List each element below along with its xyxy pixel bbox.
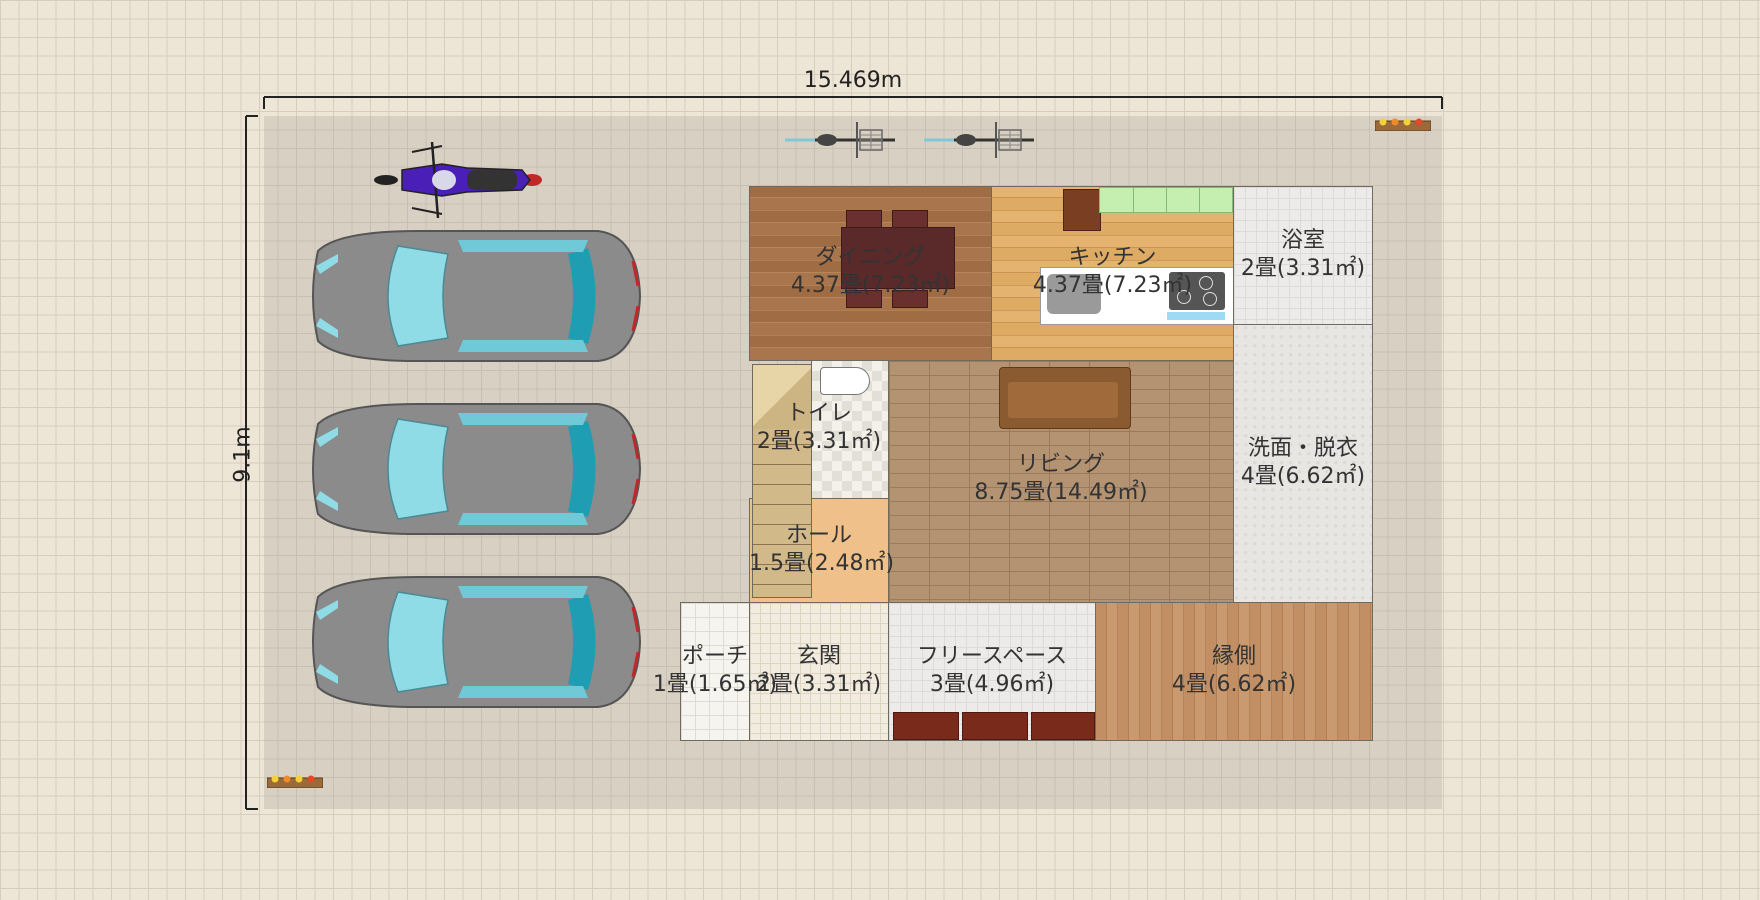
room-kitchen[interactable]: キッチン 4.37畳(7.23㎡) [991,186,1234,361]
room-bath[interactable]: 浴室 2畳(3.31㎡) [1233,186,1373,325]
room-name: ダイニング [815,245,926,270]
flower-planter-icon[interactable] [1375,117,1431,131]
width-dimension-line: 15.469m [263,68,1443,109]
room-area: 4畳(6.62㎡) [1171,672,1297,697]
kitchen-cabinets[interactable] [1099,187,1233,213]
toilet-icon[interactable] [820,367,870,395]
entrance-room-name: 玄関 [796,644,841,669]
room-area: 4.37畳(7.23㎡) [790,273,951,298]
storage-unit[interactable] [893,712,959,740]
room-freespace[interactable]: フリースペース 3畳(4.96㎡) [888,602,1096,741]
room-name: 浴室 [1280,228,1325,253]
car-icon[interactable] [298,399,643,539]
storage-unit[interactable] [962,712,1028,740]
width-dimension-label: 15.469m [803,68,903,93]
room-name: 洗面・脱衣 [1247,436,1358,461]
height-dimension-label: 9.1m [230,426,256,483]
room-area: 2畳(3.31㎡) [1240,256,1366,281]
room-name: 縁側 [1211,644,1256,669]
sofa-icon[interactable] [999,367,1131,429]
room-dining[interactable]: ダイニング 4.37畳(7.23㎡) [749,186,992,361]
room-engawa[interactable]: 縁側 4畳(6.62㎡) [1095,602,1373,741]
porch-room-name: ポーチ [681,644,748,669]
refrigerator-icon[interactable] [1063,189,1101,231]
room-area: 4畳(6.62㎡) [1240,464,1366,489]
room-area: 3畳(4.96㎡) [929,672,1055,697]
flower-planter-icon[interactable] [267,774,323,788]
car-icon[interactable] [298,572,643,712]
room-name: キッチン [1068,245,1157,270]
bicycle-icon[interactable] [924,120,1039,160]
storage-unit[interactable] [1031,712,1095,740]
room-living[interactable]: リビング 8.75畳(14.49㎡) [888,360,1234,603]
entrance-room-area: 2畳(3.31㎡) [756,672,882,697]
toilet-room-area: 2畳(3.31㎡) [756,429,882,454]
room-washroom[interactable]: 洗面・脱衣 4畳(6.62㎡) [1233,324,1373,603]
room-name: リビング [1016,452,1105,477]
room-area: 4.37畳(7.23㎡) [1032,273,1193,298]
hall-room-area: 1.5畳(2.48㎡) [749,551,895,576]
motorcycle-icon[interactable] [372,142,544,218]
toilet-room-name: トイレ [785,401,852,426]
bicycle-icon[interactable] [785,120,900,160]
room-name: フリースペース [916,644,1068,669]
car-icon[interactable] [298,226,643,366]
hall-room-name: ホール [785,523,852,548]
floor-plan-canvas[interactable]: 15.469m 9.1m ダイニング 4.37畳(7.23㎡) キッチン 4.3… [0,0,1760,900]
room-area: 8.75畳(14.49㎡) [974,480,1148,505]
